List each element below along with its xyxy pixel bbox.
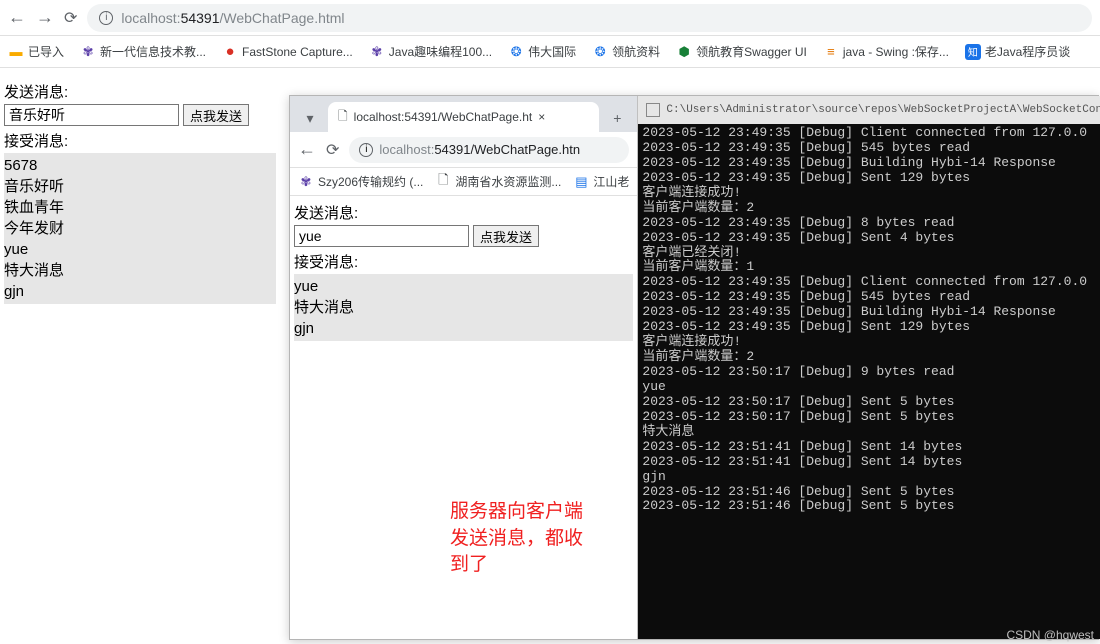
console-output[interactable]: 2023-05-12 23:49:35 [Debug] Client conne… bbox=[638, 124, 1100, 639]
console-icon bbox=[646, 103, 660, 117]
bookmark-item[interactable]: ❂伟大国际 bbox=[508, 43, 576, 60]
bookmark-item[interactable]: ▤江山老 bbox=[573, 173, 629, 190]
back-button[interactable]: ← bbox=[8, 7, 26, 28]
page-icon: 🗋 bbox=[435, 174, 451, 190]
url-path: /WebChatPage.html bbox=[220, 10, 345, 26]
send-button[interactable]: 点我发送 bbox=[183, 104, 249, 126]
send-button[interactable]: 点我发送 bbox=[473, 225, 539, 247]
browser-toolbar-2: ← ⟳ i localhost:54391/WebChatPage.htn bbox=[290, 132, 637, 168]
message-list: 5678 音乐好听 铁血青年 今年发财 yue 特大消息 gjn bbox=[4, 153, 276, 304]
folder-icon: ▬ bbox=[8, 44, 24, 60]
bookmark-item[interactable]: ●FastStone Capture... bbox=[222, 44, 353, 60]
page-icon: ▤ bbox=[573, 174, 589, 190]
tab-strip: ▾ 🗋 localhost:54391/WebChatPage.ht × + bbox=[290, 96, 637, 132]
console-title-text: C:\Users\Administrator\source\repos\WebS… bbox=[666, 104, 1100, 116]
message-list: yue 特大消息 gjn bbox=[294, 274, 633, 341]
recv-label: 接受消息: bbox=[4, 130, 276, 151]
reload-button[interactable]: ⟳ bbox=[64, 8, 77, 28]
message-item: 今年发财 bbox=[4, 218, 276, 239]
bookmarks-bar-2: ✾Szy206传输规约 (... 🗋湖南省水资源监测... ▤江山老 bbox=[290, 168, 637, 196]
annotation-text: 服务器向客户端 发送消息，都收 到了 bbox=[450, 499, 583, 579]
message-item: 铁血青年 bbox=[4, 197, 276, 218]
bookmark-item[interactable]: ✾Szy206传输规约 (... bbox=[298, 173, 423, 190]
message-item: yue bbox=[294, 276, 633, 297]
address-bar[interactable]: i localhost:54391/WebChatPage.html bbox=[87, 4, 1092, 32]
browser-toolbar: ← → ⟳ i localhost:54391/WebChatPage.html bbox=[0, 0, 1100, 36]
console-window: C:\Users\Administrator\source\repos\WebS… bbox=[638, 96, 1100, 639]
bookmark-item[interactable]: ⬢领航教育Swagger UI bbox=[676, 43, 807, 60]
bookmark-item[interactable]: ≡java - Swing :保存... bbox=[823, 43, 949, 60]
console-titlebar[interactable]: C:\Users\Administrator\source\repos\WebS… bbox=[638, 96, 1100, 124]
message-input[interactable] bbox=[4, 104, 179, 126]
send-label: 发送消息: bbox=[4, 81, 276, 102]
url-port: 54391 bbox=[181, 10, 220, 26]
message-item: 特大消息 bbox=[294, 297, 633, 318]
web-chat-page-2: 发送消息: 点我发送 接受消息: yue 特大消息 gjn 服务器向客户端 发送… bbox=[290, 196, 637, 639]
url-host: localhost: bbox=[121, 10, 180, 26]
recv-label: 接受消息: bbox=[294, 251, 633, 272]
bookmarks-bar: ▬已导入 ✾新一代信息技术教... ●FastStone Capture... … bbox=[0, 36, 1100, 68]
bookmark-item[interactable]: ▬已导入 bbox=[8, 43, 64, 60]
bookmark-item[interactable]: 知老Java程序员谈 bbox=[965, 43, 1070, 60]
stack-icon: ≡ bbox=[823, 44, 839, 60]
tab-title: localhost:54391/WebChatPage.ht bbox=[354, 110, 533, 124]
message-item: gjn bbox=[294, 318, 633, 339]
second-browser: ▾ 🗋 localhost:54391/WebChatPage.ht × + ←… bbox=[290, 96, 638, 639]
forward-button[interactable]: → bbox=[36, 7, 54, 28]
site-info-icon[interactable]: i bbox=[359, 143, 373, 157]
address-bar-2[interactable]: i localhost:54391/WebChatPage.htn bbox=[349, 137, 629, 163]
message-item: 5678 bbox=[4, 155, 276, 176]
bookmark-item[interactable]: 🗋湖南省水资源监测... bbox=[435, 173, 561, 190]
paw-icon: ✾ bbox=[369, 44, 385, 60]
back-button[interactable]: ← bbox=[298, 139, 316, 160]
reload-button[interactable]: ⟳ bbox=[326, 140, 339, 160]
globe-icon: ❂ bbox=[508, 44, 524, 60]
bookmark-item[interactable]: ✾Java趣味编程100... bbox=[369, 43, 492, 60]
send-label: 发送消息: bbox=[294, 202, 633, 223]
site-info-icon[interactable]: i bbox=[99, 11, 113, 25]
page-icon: 🗋 bbox=[338, 107, 348, 128]
paw-icon: ✾ bbox=[298, 174, 314, 190]
message-item: 音乐好听 bbox=[4, 176, 276, 197]
message-item: gjn bbox=[4, 281, 276, 302]
tab-list-button[interactable]: ▾ bbox=[296, 104, 324, 132]
bookmark-item[interactable]: ✾新一代信息技术教... bbox=[80, 43, 206, 60]
browser-tab[interactable]: 🗋 localhost:54391/WebChatPage.ht × bbox=[328, 102, 599, 132]
watermark: CSDN @hqwest bbox=[1006, 628, 1094, 642]
zhi-icon: 知 bbox=[965, 44, 981, 60]
second-window: ▾ 🗋 localhost:54391/WebChatPage.ht × + ←… bbox=[289, 95, 1099, 640]
swagger-icon: ⬢ bbox=[676, 44, 692, 60]
message-item: yue bbox=[4, 239, 276, 260]
record-icon: ● bbox=[222, 44, 238, 60]
new-tab-button[interactable]: + bbox=[603, 104, 631, 132]
message-item: 特大消息 bbox=[4, 260, 276, 281]
web-chat-page-1: 发送消息: 点我发送 接受消息: 5678 音乐好听 铁血青年 今年发财 yue… bbox=[0, 75, 280, 308]
paw-icon: ✾ bbox=[80, 44, 96, 60]
message-input[interactable] bbox=[294, 225, 469, 247]
bookmark-item[interactable]: ❂领航资料 bbox=[592, 43, 660, 60]
globe-icon: ❂ bbox=[592, 44, 608, 60]
close-tab-icon[interactable]: × bbox=[538, 110, 545, 124]
